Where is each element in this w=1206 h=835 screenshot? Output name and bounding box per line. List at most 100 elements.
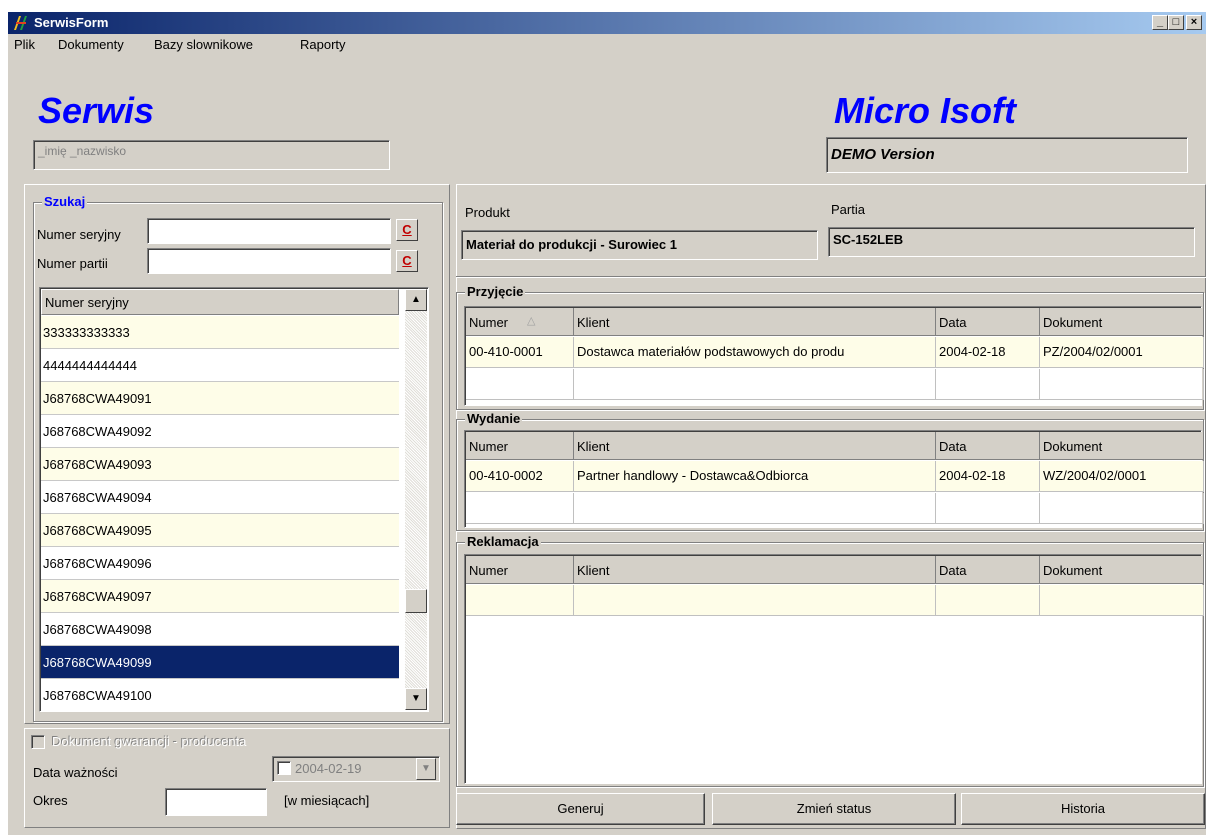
receipt-column-header[interactable]: Numer xyxy=(466,308,574,336)
scroll-down-button[interactable]: ▼ xyxy=(405,688,427,710)
complaint-cell[interactable] xyxy=(936,585,1040,616)
title-bar[interactable]: SerwisForm _ □ × xyxy=(8,12,1206,34)
complaint-column-header[interactable]: Klient xyxy=(574,556,936,584)
period-label: Okres xyxy=(33,793,68,808)
serial-list-item[interactable]: 333333333333 xyxy=(41,316,399,349)
period-unit-label: [w miesiącach] xyxy=(284,793,370,808)
date-dropdown-button[interactable]: ▼ xyxy=(416,758,436,780)
complaint-cell[interactable] xyxy=(466,585,574,616)
version-field: DEMO Version xyxy=(826,137,1188,173)
expiry-date-checkbox[interactable] xyxy=(277,761,291,775)
menu-bazy-slownikowe[interactable]: Bazy slownikowe xyxy=(154,37,253,52)
issue-column-header[interactable]: Data xyxy=(936,432,1040,460)
receipt-column-header[interactable]: Klient xyxy=(574,308,936,336)
lot-number-input[interactable] xyxy=(147,248,391,274)
issue-title: Wydanie xyxy=(465,411,523,426)
receipt-cell[interactable]: 2004-02-18 xyxy=(936,337,1040,368)
warranty-checkbox-label: Dokument gwarancji - producenta xyxy=(52,734,247,749)
complaint-cell[interactable] xyxy=(574,585,936,616)
product-label: Produkt xyxy=(465,205,510,220)
complaint-cell[interactable] xyxy=(1040,585,1204,616)
app-logo-icon xyxy=(14,16,27,30)
receipt-cell[interactable] xyxy=(574,369,936,400)
serial-list-item[interactable]: J68768CWA49091 xyxy=(41,382,399,415)
serial-list-item[interactable]: J68768CWA49094 xyxy=(41,481,399,514)
product-field: Materiał do produkcji - Surowiec 1 xyxy=(461,230,818,260)
complaint-column-header[interactable]: Numer xyxy=(466,556,574,584)
issue-cell[interactable] xyxy=(1040,493,1204,524)
serial-list-item[interactable]: J68768CWA49098 xyxy=(41,613,399,646)
serial-list-item[interactable]: J68768CWA49097 xyxy=(41,580,399,613)
serial-list-item[interactable]: J68768CWA49096 xyxy=(41,547,399,580)
clear-serial-button[interactable]: C xyxy=(396,219,418,241)
issue-cell[interactable] xyxy=(466,493,574,524)
main-window: SerwisForm _ □ × Plik Dokumenty Bazy slo… xyxy=(8,12,1206,835)
serial-list-item[interactable]: J68768CWA49093 xyxy=(41,448,399,481)
close-button[interactable]: × xyxy=(1186,15,1202,30)
generate-button[interactable]: Generuj xyxy=(456,793,705,825)
lot-number-label: Numer partii xyxy=(37,256,108,271)
expiry-date-value: 2004-02-19 xyxy=(295,761,362,776)
receipt-cell[interactable] xyxy=(1040,369,1204,400)
user-name-field: _imię _nazwisko xyxy=(33,140,390,170)
arrow-down-icon: ▼ xyxy=(411,693,421,704)
serial-list-header[interactable]: Numer seryjny xyxy=(41,289,399,315)
receipt-cell[interactable] xyxy=(936,369,1040,400)
receipt-cell[interactable] xyxy=(466,369,574,400)
receipt-column-header[interactable]: Data xyxy=(936,308,1040,336)
lot-field: SC-152LEB xyxy=(828,227,1195,257)
maximize-button[interactable]: □ xyxy=(1168,15,1184,30)
expiry-date-picker[interactable]: 2004-02-19 ▼ xyxy=(272,756,440,782)
right-divider xyxy=(456,276,1206,277)
period-input[interactable] xyxy=(165,788,267,816)
issue-column-header[interactable]: Dokument xyxy=(1040,432,1204,460)
issue-cell[interactable] xyxy=(936,493,1040,524)
minimize-button[interactable]: _ xyxy=(1152,15,1168,30)
serial-list-item[interactable]: J68768CWA49092 xyxy=(41,415,399,448)
issue-column-header[interactable]: Klient xyxy=(574,432,936,460)
warranty-checkbox[interactable] xyxy=(31,735,45,749)
search-title: Szukaj xyxy=(42,194,88,209)
history-button[interactable]: Historia xyxy=(961,793,1205,825)
receipt-cell[interactable]: 00-410-0001 xyxy=(466,337,574,368)
complaint-column-header[interactable]: Data xyxy=(936,556,1040,584)
micro-isoft-brand: Micro Isoft xyxy=(834,90,1017,131)
change-status-button[interactable]: Zmień status xyxy=(712,793,956,825)
sort-ascending-icon: △ xyxy=(527,315,536,327)
chevron-down-icon: ▼ xyxy=(421,763,431,774)
arrow-up-icon: ▲ xyxy=(411,294,421,305)
issue-column-header[interactable]: Numer xyxy=(466,432,574,460)
issue-cell[interactable]: 2004-02-18 xyxy=(936,461,1040,492)
complaint-grid[interactable]: Numer Klient Data Dokument xyxy=(464,554,1204,784)
serial-list-item[interactable]: 4444444444444 xyxy=(41,349,399,382)
menu-bar: Plik Dokumenty Bazy slownikowe Raporty xyxy=(8,34,1206,56)
serwis-brand: Serwis xyxy=(38,90,155,131)
serial-number-list[interactable]: Numer seryjny 333333333333 4444444444444 J… xyxy=(39,287,429,712)
receipt-column-header[interactable]: Dokument xyxy=(1040,308,1204,336)
scroll-up-button[interactable]: ▲ xyxy=(405,289,427,311)
expiry-date-label: Data ważności xyxy=(33,765,118,780)
issue-grid[interactable]: Numer Klient Data Dokument 00-410-0002 Partne… xyxy=(464,430,1204,528)
issue-cell[interactable] xyxy=(574,493,936,524)
scroll-thumb[interactable] xyxy=(405,589,427,613)
window-title: SerwisForm xyxy=(34,15,109,30)
clear-lot-button[interactable]: C xyxy=(396,250,418,272)
serial-number-input[interactable] xyxy=(147,218,391,244)
complaint-column-header[interactable]: Dokument xyxy=(1040,556,1204,584)
issue-cell[interactable]: WZ/2004/02/0001 xyxy=(1040,461,1204,492)
complaint-title: Reklamacja xyxy=(465,534,541,549)
receipt-grid[interactable]: Numer Klient Data Dokument △ 00-410-0001 Dosta… xyxy=(464,306,1204,406)
receipt-cell[interactable]: Dostawca materiałów podstawowych do prod… xyxy=(574,337,936,368)
issue-cell[interactable]: Partner handlowy - Dostawca&Odbiorca xyxy=(574,461,936,492)
menu-raporty[interactable]: Raporty xyxy=(300,37,346,52)
receipt-title: Przyjęcie xyxy=(465,284,526,299)
serial-list-item[interactable]: J68768CWA49095 xyxy=(41,514,399,547)
issue-cell[interactable]: 00-410-0002 xyxy=(466,461,574,492)
serial-list-scrollbar[interactable]: ▲ ▼ xyxy=(405,289,427,710)
serial-number-label: Numer seryjny xyxy=(37,227,121,242)
receipt-cell[interactable]: PZ/2004/02/0001 xyxy=(1040,337,1204,368)
serial-list-item[interactable]: J68768CWA49100 xyxy=(41,679,399,711)
menu-plik[interactable]: Plik xyxy=(14,37,35,52)
serial-list-item[interactable]: J68768CWA49099 xyxy=(41,646,399,679)
menu-dokumenty[interactable]: Dokumenty xyxy=(58,37,124,52)
